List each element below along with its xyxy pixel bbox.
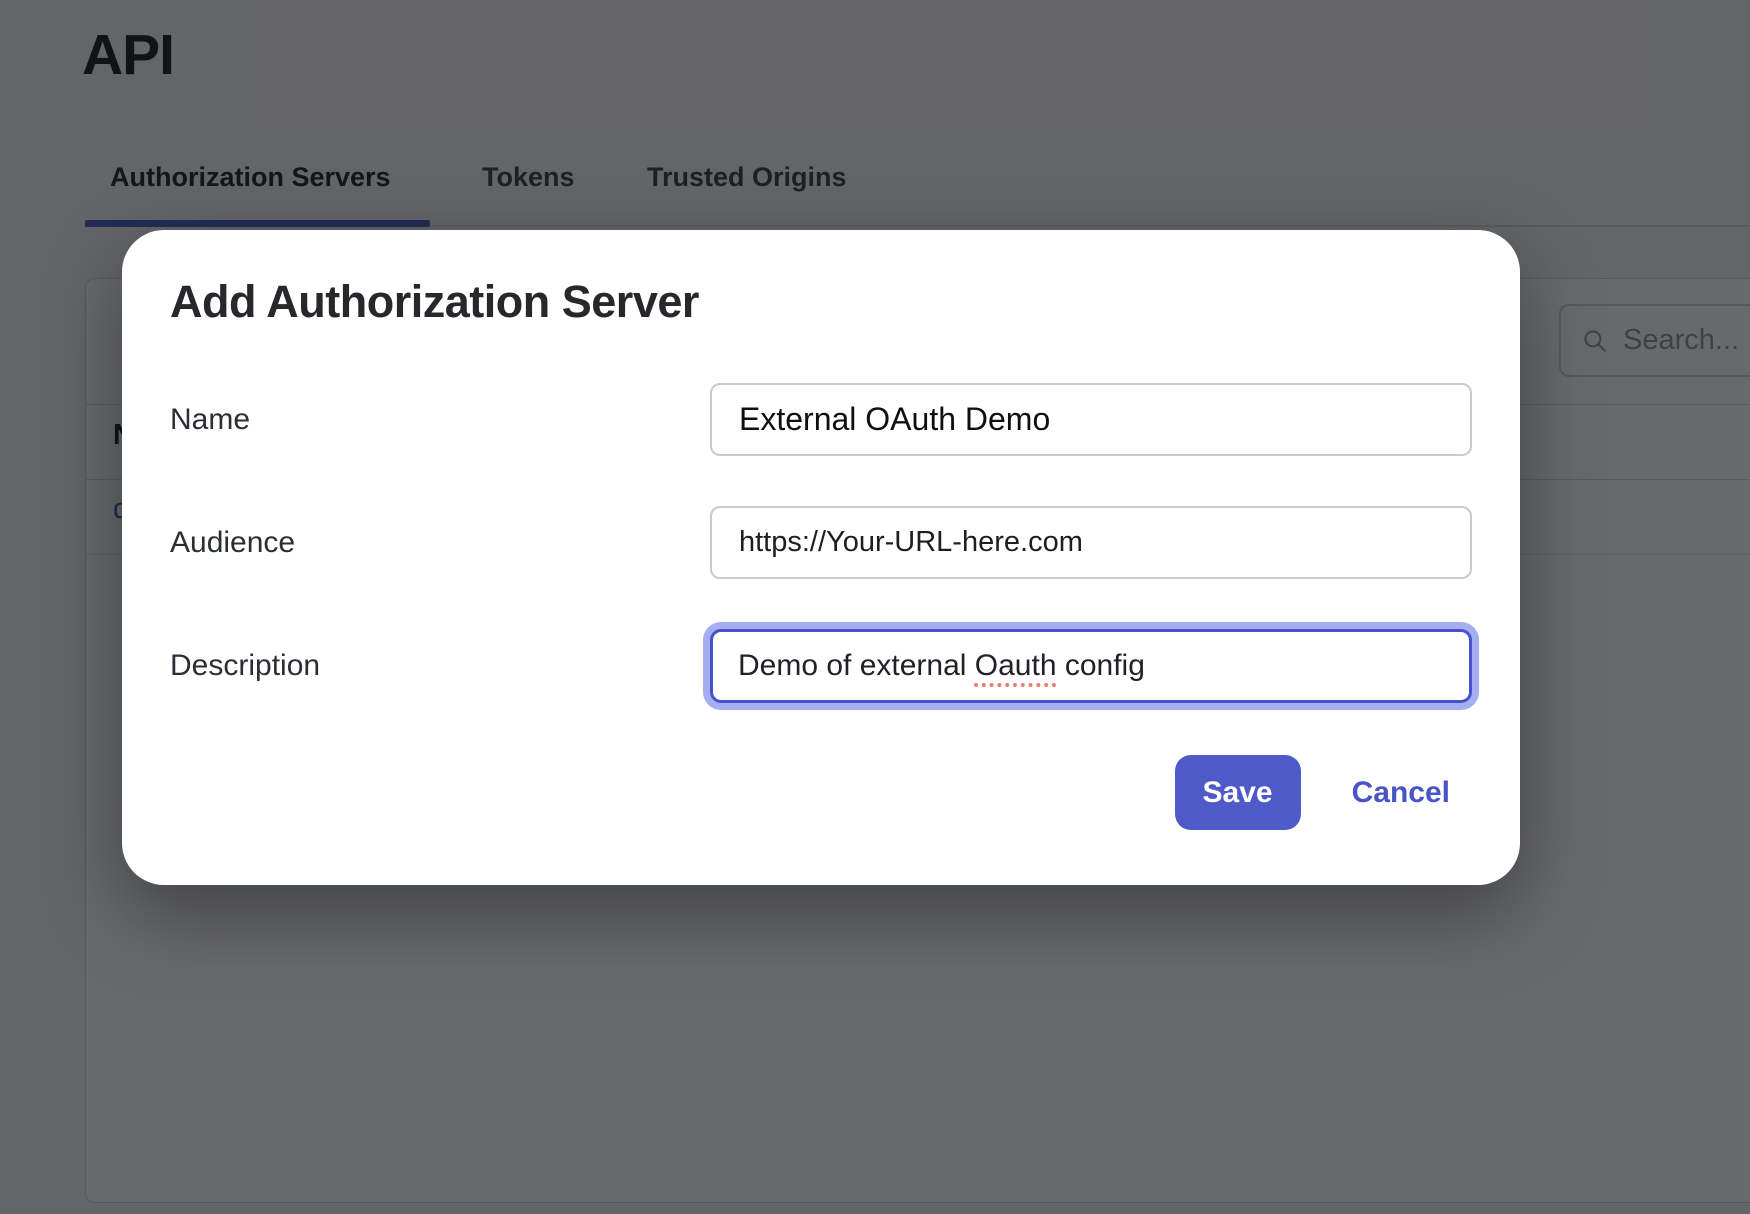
description-input[interactable]: Demo of external Oauth config [710, 629, 1472, 703]
name-field-row: Name [170, 383, 1472, 456]
description-text: config [1057, 649, 1145, 683]
audience-label: Audience [170, 526, 710, 560]
name-input[interactable] [710, 383, 1472, 456]
description-field-row: Description Demo of external Oauth confi… [170, 629, 1472, 703]
name-label: Name [170, 403, 710, 437]
modal-title: Add Authorization Server [170, 278, 1472, 325]
modal-button-row: Save Cancel [170, 755, 1472, 830]
audience-input[interactable] [710, 506, 1472, 579]
description-label: Description [170, 649, 710, 683]
save-button[interactable]: Save [1175, 755, 1301, 830]
description-text: Demo of external [738, 649, 975, 683]
cancel-button[interactable]: Cancel [1352, 776, 1450, 810]
add-authorization-server-modal: Add Authorization Server Name Audience D… [122, 230, 1520, 885]
misspelled-word: Oauth [975, 649, 1057, 683]
audience-field-row: Audience [170, 506, 1472, 579]
